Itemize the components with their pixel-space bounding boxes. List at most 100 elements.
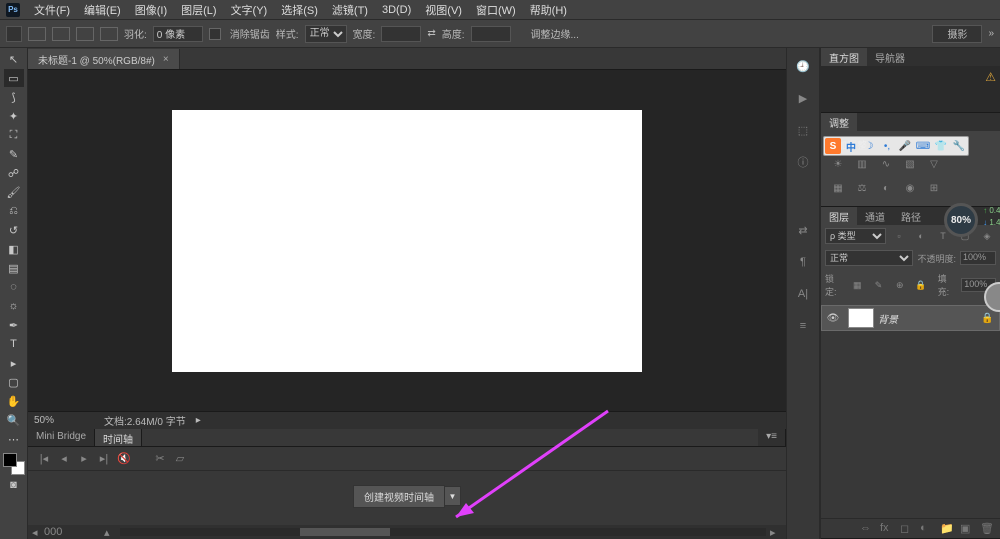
filter-adjust-icon[interactable]: ◐: [912, 228, 930, 244]
scissors-icon[interactable]: ✂: [152, 452, 168, 466]
tab-adjustments[interactable]: 调整: [821, 113, 857, 131]
create-timeline-dropdown[interactable]: ▼: [445, 486, 461, 506]
channel-mixer-icon[interactable]: ⊞: [925, 180, 943, 196]
marquee-tool[interactable]: ▭: [4, 69, 24, 87]
dock-styles-icon[interactable]: A|: [793, 284, 813, 304]
layer-mask-icon[interactable]: ◻: [900, 522, 914, 536]
zoom-tool[interactable]: 🔍: [4, 411, 24, 429]
workspace-switcher[interactable]: 摄影: [932, 25, 982, 43]
tab-channels[interactable]: 通道: [857, 207, 893, 225]
brightness-icon[interactable]: ☀: [829, 156, 847, 172]
history-brush-tool[interactable]: ↺: [4, 221, 24, 239]
dodge-tool[interactable]: ☼: [4, 297, 24, 315]
type-tool[interactable]: T: [4, 335, 24, 353]
menu-layer[interactable]: 图层(L): [175, 0, 222, 20]
ime-logo-icon[interactable]: S: [825, 138, 841, 154]
filter-pixel-icon[interactable]: ▫: [890, 228, 908, 244]
tab-layers[interactable]: 图层: [821, 207, 857, 225]
scroll-track[interactable]: [120, 528, 766, 536]
group-icon[interactable]: 📁: [940, 522, 954, 536]
color-swatches[interactable]: [3, 453, 25, 475]
ime-keyboard-icon[interactable]: ⌨: [915, 138, 931, 154]
zoom-level[interactable]: 50%: [34, 415, 94, 426]
scroll-thumb[interactable]: [300, 528, 390, 536]
quick-mask-icon[interactable]: ◙: [4, 476, 24, 494]
hand-tool[interactable]: ✋: [4, 392, 24, 410]
blend-mode-select[interactable]: 正常: [825, 250, 913, 266]
menu-type[interactable]: 文字(Y): [225, 0, 274, 20]
clone-stamp-tool[interactable]: ⎌: [4, 202, 24, 220]
scroll-left-icon[interactable]: ◂: [32, 526, 44, 539]
lock-all-icon[interactable]: 🔒: [912, 277, 929, 293]
layer-thumbnail[interactable]: [848, 308, 874, 328]
dock-history-icon[interactable]: 🕘: [793, 56, 813, 76]
tool-preset-icon[interactable]: [6, 26, 22, 42]
menu-filter[interactable]: 滤镜(T): [326, 0, 374, 20]
tab-histogram[interactable]: 直方图: [821, 48, 867, 66]
play-icon[interactable]: ▸: [76, 452, 92, 466]
menu-window[interactable]: 窗口(W): [470, 0, 522, 20]
dock-properties-icon[interactable]: ⬚: [793, 120, 813, 140]
gradient-tool[interactable]: ▤: [4, 259, 24, 277]
workspace-menu-icon[interactable]: »: [988, 28, 994, 39]
create-video-timeline-button[interactable]: 创建视频时间轴: [353, 485, 445, 508]
antialias-checkbox[interactable]: [209, 28, 221, 40]
new-selection-icon[interactable]: [28, 27, 46, 41]
path-selection-tool[interactable]: ▸: [4, 354, 24, 372]
menu-help[interactable]: 帮助(H): [524, 0, 573, 20]
next-frame-icon[interactable]: ▸|: [96, 452, 112, 466]
new-layer-icon[interactable]: ▣: [960, 522, 974, 536]
lock-position-icon[interactable]: ⊕: [891, 277, 908, 293]
balance-icon[interactable]: ⚖: [853, 180, 871, 196]
ime-skin-icon[interactable]: 👕: [933, 138, 949, 154]
crop-tool[interactable]: ⛶: [4, 126, 24, 144]
tab-mini-bridge[interactable]: Mini Bridge: [28, 429, 95, 446]
refine-edge-button[interactable]: 调整边缘...: [531, 26, 579, 41]
close-tab-icon[interactable]: ×: [163, 54, 169, 65]
tab-navigator[interactable]: 导航器: [867, 48, 913, 66]
hue-icon[interactable]: ▦: [829, 180, 847, 196]
ime-punct-icon[interactable]: •,: [879, 138, 895, 154]
prev-frame-icon[interactable]: ◂: [56, 452, 72, 466]
dock-info-icon[interactable]: ⓘ: [793, 152, 813, 172]
subtract-selection-icon[interactable]: [76, 27, 94, 41]
delete-layer-icon[interactable]: 🗑: [980, 522, 994, 536]
document-tab[interactable]: 未标题-1 @ 50%(RGB/8#) ×: [28, 49, 180, 69]
canvas-viewport[interactable]: [28, 70, 786, 411]
feather-input[interactable]: [153, 26, 203, 42]
eraser-tool[interactable]: ◧: [4, 240, 24, 258]
visibility-icon[interactable]: 👁: [822, 313, 844, 324]
tab-paths[interactable]: 路径: [893, 207, 929, 225]
lock-pixels-icon[interactable]: ✎: [870, 277, 887, 293]
add-selection-icon[interactable]: [52, 27, 70, 41]
bw-icon[interactable]: ◐: [877, 180, 895, 196]
move-tool[interactable]: ↖: [4, 50, 24, 68]
filter-smart-icon[interactable]: ◈: [978, 228, 996, 244]
layer-name[interactable]: 背景: [878, 311, 981, 326]
menu-view[interactable]: 视图(V): [419, 0, 468, 20]
levels-icon[interactable]: ▥: [853, 156, 871, 172]
vibrance-icon[interactable]: ▽: [925, 156, 943, 172]
blur-tool[interactable]: ◌: [4, 278, 24, 296]
healing-brush-tool[interactable]: ☍: [4, 164, 24, 182]
audio-icon[interactable]: 🔇: [116, 452, 132, 466]
canvas[interactable]: [172, 110, 642, 372]
warning-icon[interactable]: ⚠: [985, 70, 996, 84]
ime-language-icon[interactable]: 中: [843, 138, 859, 154]
shape-tool[interactable]: ▢: [4, 373, 24, 391]
lasso-tool[interactable]: ⟆: [4, 88, 24, 106]
foreground-color[interactable]: [3, 453, 17, 467]
panel-menu-icon[interactable]: ▾≡: [758, 429, 786, 446]
ime-moon-icon[interactable]: ☽: [861, 138, 877, 154]
opacity-value[interactable]: 100%: [960, 251, 996, 265]
scroll-up-icon[interactable]: ▴: [104, 526, 116, 539]
lock-transparent-icon[interactable]: ▦: [849, 277, 866, 293]
scroll-right-icon[interactable]: ▸: [770, 526, 782, 539]
edit-toolbar[interactable]: ⋯: [4, 430, 24, 448]
status-menu-icon[interactable]: ▸: [196, 415, 201, 426]
brush-tool[interactable]: 🖌: [4, 183, 24, 201]
curves-icon[interactable]: ∿: [877, 156, 895, 172]
menu-select[interactable]: 选择(S): [275, 0, 324, 20]
menu-3d[interactable]: 3D(D): [376, 2, 417, 18]
layer-filter-select[interactable]: ρ 类型: [825, 228, 886, 244]
